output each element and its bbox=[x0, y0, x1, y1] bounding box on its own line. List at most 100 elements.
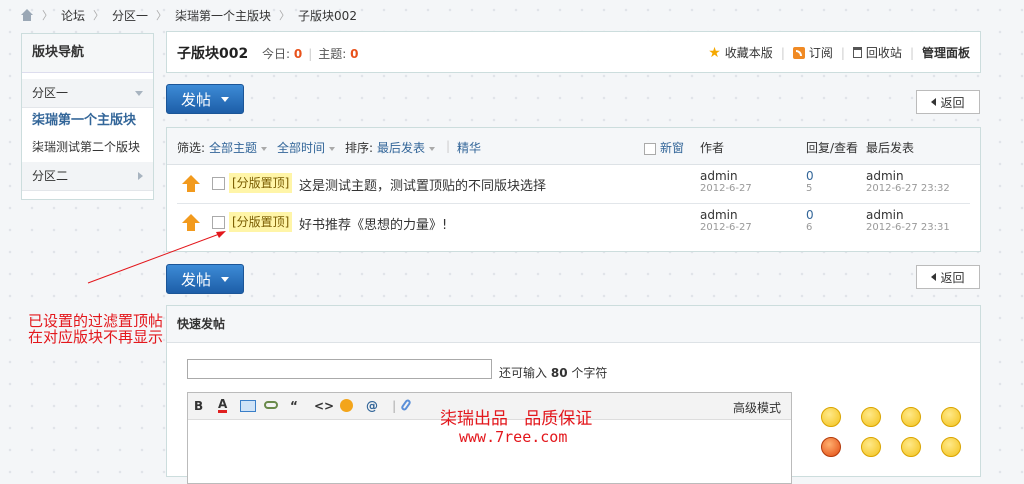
filter-all-time[interactable]: 全部时间 bbox=[277, 139, 336, 156]
new-window-toggle[interactable]: 新窗 bbox=[644, 139, 684, 156]
sticky-tag[interactable]: [分版置顶] bbox=[229, 212, 293, 232]
thread-subject[interactable]: 好书推荐《思想的力量》! bbox=[299, 214, 447, 233]
triangle-down-icon bbox=[261, 146, 268, 151]
subject-input[interactable] bbox=[187, 359, 492, 379]
image-icon[interactable] bbox=[240, 400, 256, 412]
triangle-down-icon bbox=[429, 146, 436, 151]
chevron-right-icon: 〉 bbox=[156, 9, 168, 22]
emoji-angry-icon[interactable] bbox=[821, 437, 841, 457]
rss-icon bbox=[792, 46, 805, 59]
last-post-author[interactable]: admin bbox=[866, 169, 904, 183]
thread-date: 2012-6-27 bbox=[700, 183, 752, 194]
thread-views: 5 bbox=[806, 183, 813, 194]
quick-post-title: 快速发帖 bbox=[167, 306, 980, 343]
thread-replies[interactable]: 0 bbox=[806, 208, 814, 222]
sidebar-item-main-forum[interactable]: 柒瑞第一个主版块 bbox=[22, 108, 153, 134]
watermark-slogan: 柒瑞出品 品质保证 bbox=[440, 409, 593, 429]
remaining-count: 80 bbox=[550, 366, 568, 380]
today-count: 0 bbox=[293, 47, 303, 61]
watermark-url: www.7ree.com bbox=[459, 428, 568, 446]
sort-label: 排序: bbox=[345, 141, 374, 155]
threads-count: 0 bbox=[350, 47, 359, 61]
sticky-up-arrow-icon bbox=[182, 175, 200, 193]
star-icon: ★ bbox=[708, 44, 721, 61]
back-button-bottom[interactable]: 返回 bbox=[916, 265, 980, 289]
breadcrumb-zone1[interactable]: 分区一 bbox=[112, 7, 148, 24]
breadcrumb-forum[interactable]: 论坛 bbox=[61, 7, 85, 24]
favorite-label: 收藏本版 bbox=[724, 46, 773, 60]
trash-icon bbox=[852, 47, 862, 58]
smiley-icon[interactable] bbox=[340, 399, 353, 412]
thread-replies[interactable]: 0 bbox=[806, 169, 814, 183]
bold-button[interactable]: B bbox=[194, 399, 203, 413]
col-replies: 回复/查看 bbox=[806, 141, 859, 155]
filter-all-topics[interactable]: 全部主题 bbox=[209, 139, 268, 156]
forum-header: 子版块002 今日: 0 | 主题: 0 ★ 收藏本版 | 订阅 | 回收站 | 管理… bbox=[166, 31, 981, 73]
sort-select[interactable]: 最后发表 bbox=[377, 139, 436, 156]
advanced-mode-link[interactable]: 高级模式 bbox=[733, 399, 781, 416]
new-post-button-bottom[interactable]: 发帖 bbox=[166, 264, 244, 294]
last-post-date[interactable]: 2012-6-27 23:31 bbox=[866, 222, 950, 233]
digest-filter[interactable]: 精华 bbox=[457, 139, 481, 156]
post-label: 发帖 bbox=[180, 270, 211, 289]
code-button[interactable]: <> bbox=[314, 399, 334, 413]
col-last-post: 最后发表 bbox=[866, 141, 915, 155]
last-post-author[interactable]: admin bbox=[866, 208, 904, 222]
subscribe-label: 订阅 bbox=[808, 46, 833, 60]
admin-panel-link[interactable]: 管理面板 bbox=[922, 44, 970, 61]
today-label: 今日: bbox=[262, 47, 291, 61]
filter-all-time-label: 全部时间 bbox=[277, 141, 326, 155]
emoji-cry-icon[interactable] bbox=[941, 407, 961, 427]
quick-post-panel: 快速发帖 还可输入 80 个字符 B A “ <> @ | 高级模式 bbox=[166, 305, 981, 484]
char-remaining-note: 还可输入 80 个字符 bbox=[499, 364, 607, 381]
sidebar-group-label: 分区一 bbox=[32, 86, 69, 100]
checkbox[interactable] bbox=[644, 142, 656, 155]
remaining-prefix: 还可输入 bbox=[499, 366, 548, 380]
subscribe-button[interactable]: 订阅 bbox=[792, 44, 833, 61]
emoji-grin-icon[interactable] bbox=[901, 407, 921, 427]
chevron-right-icon bbox=[138, 172, 143, 180]
triangle-left-icon bbox=[931, 98, 937, 106]
quote-button[interactable]: “ bbox=[290, 399, 298, 413]
chevron-down-icon bbox=[135, 91, 143, 96]
new-post-button[interactable]: 发帖 bbox=[166, 84, 244, 114]
annotation-note: 已设置的过滤置顶帖 在对应版块不再显示 bbox=[28, 313, 163, 345]
emoji-tongue-icon[interactable] bbox=[901, 437, 921, 457]
attachment-icon[interactable] bbox=[400, 398, 412, 412]
table-row: [分版置顶] 好书推荐《思想的力量》! admin 2012-6-27 0 6 … bbox=[167, 204, 980, 242]
filter-all-topics-label: 全部主题 bbox=[209, 141, 258, 155]
forum-actions: ★ 收藏本版 | 订阅 | 回收站 | 管理面板 bbox=[708, 44, 970, 61]
thread-subject[interactable]: 这是测试主题，测试置顶贴的不同版块选择 bbox=[299, 175, 546, 194]
caret-down-icon bbox=[221, 96, 229, 102]
filter-bar: 筛选: 全部主题 全部时间 排序: 最后发表 | 精华 新窗 作者 回复/查看 … bbox=[167, 128, 980, 165]
sticky-up-arrow-icon bbox=[182, 214, 200, 232]
thread-checkbox[interactable] bbox=[212, 177, 225, 190]
sidebar-group-zone1[interactable]: 分区一 bbox=[22, 79, 153, 108]
favorite-button[interactable]: ★ 收藏本版 bbox=[708, 44, 773, 61]
thread-list: 筛选: 全部主题 全部时间 排序: 最后发表 | 精华 新窗 作者 回复/查看 … bbox=[166, 127, 981, 252]
recycle-bin-button[interactable]: 回收站 bbox=[852, 44, 902, 61]
emoji-sad-icon[interactable] bbox=[861, 407, 881, 427]
triangle-down-icon bbox=[329, 146, 336, 151]
thread-checkbox[interactable] bbox=[212, 216, 225, 229]
last-post-date[interactable]: 2012-6-27 23:32 bbox=[866, 183, 950, 194]
at-button[interactable]: @ bbox=[366, 399, 378, 413]
thread-author[interactable]: admin bbox=[700, 169, 738, 183]
sidebar-group-zone2[interactable]: 分区二 bbox=[22, 162, 153, 191]
thread-views: 6 bbox=[806, 222, 813, 233]
breadcrumb-current: 子版块002 bbox=[298, 8, 357, 23]
forum-title: 子版块002 bbox=[177, 46, 249, 62]
sticky-tag[interactable]: [分版置顶] bbox=[229, 173, 293, 193]
sidebar-title: 版块导航 bbox=[22, 34, 153, 73]
breadcrumb-main-forum[interactable]: 柒瑞第一个主版块 bbox=[175, 7, 271, 24]
thread-author[interactable]: admin bbox=[700, 208, 738, 222]
emoji-smile-icon[interactable] bbox=[821, 407, 841, 427]
emoji-confused-icon[interactable] bbox=[861, 437, 881, 457]
sidebar-item-second-forum[interactable]: 柒瑞测试第二个版块 bbox=[22, 134, 153, 160]
font-color-button[interactable]: A bbox=[218, 398, 228, 413]
home-icon[interactable] bbox=[20, 9, 34, 21]
back-button[interactable]: 返回 bbox=[916, 90, 980, 114]
sidebar-group-label: 分区二 bbox=[32, 169, 69, 183]
emoji-surprised-icon[interactable] bbox=[941, 437, 961, 457]
link-icon[interactable] bbox=[264, 401, 278, 409]
